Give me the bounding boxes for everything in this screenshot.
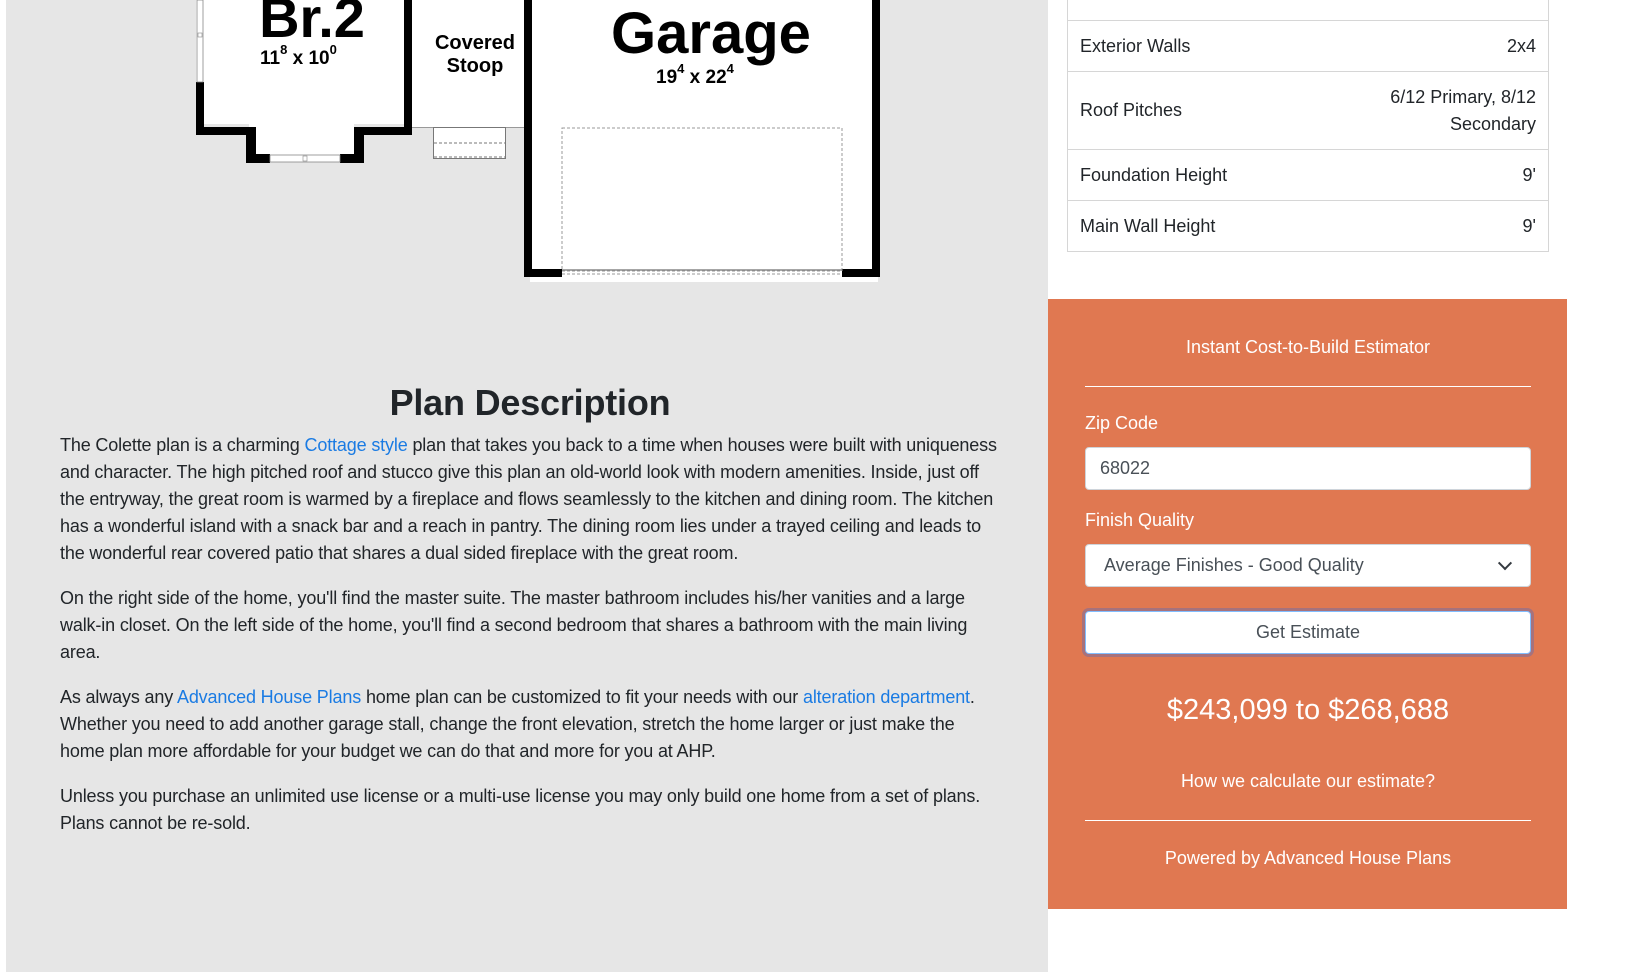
spec-row: Foundation Height 9' (1068, 150, 1548, 201)
estimate-range: $243,099 to $268,688 (1166, 694, 1450, 726)
description-paragraph: Unless you purchase an unlimited use lic… (60, 786, 981, 833)
plan-specs-table: Exterior Walls 2x4 Roof Pitches 6/12 Pri… (1067, 0, 1549, 252)
chevron-down-icon (1497, 555, 1513, 570)
spec-value: 9' (1522, 164, 1536, 185)
cottage-style-link[interactable]: Cottage style (304, 435, 407, 455)
divider (1085, 386, 1531, 387)
dim-text: 11 (260, 48, 281, 69)
dim-sup: 4 (726, 61, 734, 76)
text: The Colette plan is a charming (60, 435, 305, 455)
advanced-house-plans-link[interactable]: Advanced House Plans (177, 687, 361, 707)
room-dimensions-garage: 194 x 224 (656, 61, 734, 89)
plan-description: Plan Description The Colette plan is a c… (60, 382, 1000, 855)
stoop-label-line: Covered (434, 32, 516, 54)
stoop-label-line: Stoop (446, 55, 504, 77)
spec-row: Exterior Walls 2x4 (1068, 21, 1548, 72)
finish-quality-label: Finish Quality (1085, 510, 1195, 530)
room-label-garage: Garage (611, 1, 811, 66)
spec-value: 9' (1522, 215, 1536, 236)
sidebar: Exterior Walls 2x4 Roof Pitches 6/12 Pri… (1048, 0, 1630, 972)
cost-estimator-panel: Instant Cost-to-Build Estimator Zip Code… (1048, 299, 1567, 909)
description-paragraph: As always any Advanced House Plans home … (60, 684, 1000, 765)
floor-plan-drawing (196, 0, 880, 282)
finish-quality-selected: Average Finishes - Good Quality (1104, 555, 1364, 575)
spec-value: 6/12 Primary, 8/12 Secondary (1390, 86, 1536, 134)
zip-code-label: Zip Code (1085, 413, 1159, 433)
description-paragraph: On the right side of the home, you'll fi… (60, 588, 968, 662)
how-we-calculate-link[interactable]: How we calculate our estimate? (1085, 771, 1531, 792)
dim-text: 10 (308, 48, 330, 69)
spec-row (1068, 0, 1548, 21)
text: As always any (60, 687, 177, 707)
alteration-department-link[interactable]: alteration department (803, 687, 970, 707)
dim-text: x (689, 67, 701, 88)
spec-value: 2x4 (1506, 35, 1536, 56)
text: home plan can be customized to fit your … (361, 687, 803, 707)
room-label-br2: Br.2 (259, 0, 365, 49)
powered-by-text: Powered by Advanced House Plans (1164, 848, 1452, 868)
estimator-title: Instant Cost-to-Build Estimator (1185, 337, 1431, 357)
dim-sup: 0 (329, 42, 337, 57)
dim-text: x (292, 48, 304, 69)
finish-quality-select[interactable]: Average Finishes - Good Quality (1085, 544, 1531, 587)
spec-label: Main Wall Height (1080, 215, 1216, 236)
floor-plan-image: Br.2 118 x 100 Covered Stoop Garage 194 … (6, 0, 1048, 290)
main-content: Br.2 118 x 100 Covered Stoop Garage 194 … (6, 0, 1048, 972)
zip-code-input[interactable] (1085, 447, 1531, 490)
room-dimensions-br2: 118 x 100 (260, 42, 337, 70)
dim-text: 22 (705, 67, 727, 88)
spec-row: Roof Pitches 6/12 Primary, 8/12 Secondar… (1068, 72, 1548, 150)
spec-label: Roof Pitches (1080, 100, 1183, 120)
dim-text: 19 (656, 67, 678, 88)
dim-sup: 8 (280, 42, 288, 57)
room-label-covered-stoop: Covered Stoop (426, 32, 524, 78)
description-paragraph: The Colette plan is a charming Cottage s… (60, 432, 1000, 567)
divider (1085, 820, 1531, 821)
plan-description-title: Plan Description (389, 382, 671, 423)
spec-row: Main Wall Height 9' (1068, 201, 1548, 252)
spec-label: Exterior Walls (1080, 35, 1191, 56)
get-estimate-button[interactable]: Get Estimate (1085, 611, 1531, 654)
spec-label: Foundation Height (1080, 164, 1228, 185)
dim-sup: 4 (677, 61, 685, 76)
